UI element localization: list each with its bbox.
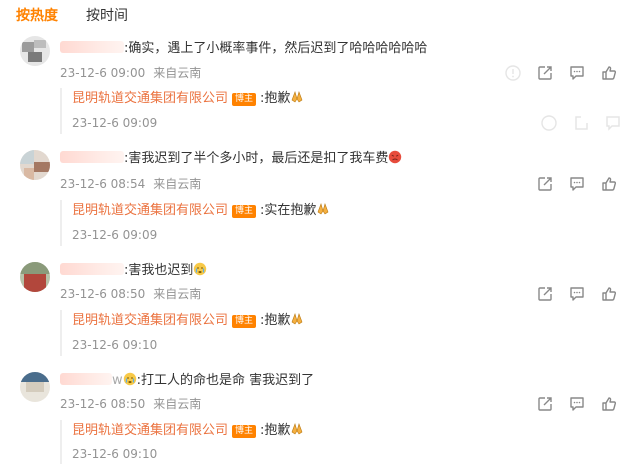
reply-date: 23-12-6 09:09	[72, 228, 158, 242]
comment-meta: 23-12-6 08:54 来自云南	[60, 176, 201, 192]
reply-text: :抱歉	[260, 313, 291, 328]
comment-icon[interactable]	[568, 175, 586, 193]
reply-line: 昆明轨道交通集团有限公司 博主:抱歉	[72, 312, 304, 330]
comment-actions	[536, 395, 618, 413]
author-badge: 博主	[232, 425, 257, 438]
comment-text-line: :害我也迟到	[60, 262, 207, 280]
comment-meta: 23-12-6 08:50 来自云南	[60, 286, 201, 302]
avatar[interactable]	[20, 36, 50, 66]
comment-date: 23-12-6 08:50	[60, 397, 146, 411]
comment-meta: 23-12-6 08:50 来自云南	[60, 396, 201, 412]
like-icon[interactable]	[600, 395, 618, 413]
reply-date: 23-12-6 09:10	[72, 447, 158, 461]
reply-block: 昆明轨道交通集团有限公司 博主:抱歉 23-12-6 09:10	[60, 420, 616, 464]
tab-sort-by-hot[interactable]: 按热度	[16, 6, 58, 26]
like-icon[interactable]	[600, 285, 618, 303]
reply-line: 昆明轨道交通集团有限公司 博主:实在抱歉	[72, 202, 330, 220]
reply-block: 昆明轨道交通集团有限公司 博主:抱歉 23-12-6 09:10	[60, 310, 616, 356]
pray-emoji	[292, 313, 303, 325]
comment-meta: 23-12-6 09:00 来自云南	[60, 65, 201, 81]
comment-actions	[536, 285, 618, 303]
comment-icon[interactable]	[568, 395, 586, 413]
author-badge: 博主	[232, 93, 257, 106]
reply-line: 昆明轨道交通集团有限公司 博主:抱歉	[72, 422, 304, 440]
comment-actions	[504, 64, 618, 82]
reply-date: 23-12-6 09:10	[72, 338, 158, 352]
comment-date: 23-12-6 09:00	[60, 66, 146, 80]
username-redacted[interactable]	[60, 41, 124, 53]
comment-location: 来自云南	[153, 66, 202, 80]
comment-icon[interactable]	[568, 285, 586, 303]
reply-line: 昆明轨道交通集团有限公司 博主:抱歉	[72, 90, 304, 108]
share-icon[interactable]	[536, 64, 554, 82]
comment-location: 来自云南	[153, 397, 202, 411]
avatar[interactable]	[20, 372, 50, 402]
share-icon[interactable]	[536, 395, 554, 413]
pray-emoji	[318, 203, 329, 215]
reply-actions	[540, 114, 636, 132]
reply-text: :实在抱歉	[260, 203, 317, 218]
pray-emoji	[292, 91, 303, 103]
reply-author[interactable]: 昆明轨道交通集团有限公司	[72, 423, 228, 438]
reply-author[interactable]: 昆明轨道交通集团有限公司	[72, 313, 228, 328]
reply-block: 昆明轨道交通集团有限公司 博主:抱歉 23-12-6 09:09	[60, 88, 620, 134]
reply-block: 昆明轨道交通集团有限公司 博主:实在抱歉 23-12-6 09:09	[60, 200, 616, 246]
avatar[interactable]	[20, 150, 50, 180]
tab-sort-by-time[interactable]: 按时间	[86, 6, 128, 26]
username-redacted[interactable]	[60, 373, 112, 385]
comment-date: 23-12-6 08:54	[60, 177, 146, 191]
comment-text: :害我迟到了半个多小时，最后还是扣了我车费	[124, 151, 389, 166]
report-icon[interactable]	[540, 114, 558, 132]
like-icon[interactable]	[600, 64, 618, 82]
comment-text-line: w :打工人的命也是命 害我迟到了	[60, 372, 314, 390]
avatar[interactable]	[20, 262, 50, 292]
share-icon[interactable]	[536, 175, 554, 193]
comment-location: 来自云南	[153, 287, 202, 301]
username-visible-part[interactable]: w	[112, 373, 123, 388]
sort-tabs: 按热度 按时间	[16, 6, 128, 26]
comment-location: 来自云南	[153, 177, 202, 191]
author-badge: 博主	[232, 205, 257, 218]
crying-face-emoji	[194, 262, 207, 276]
reply-author[interactable]: 昆明轨道交通集团有限公司	[72, 91, 228, 106]
pray-emoji	[292, 423, 303, 435]
comment-icon[interactable]	[604, 114, 622, 132]
comment-date: 23-12-6 08:50	[60, 287, 146, 301]
like-icon[interactable]	[600, 175, 618, 193]
reply-text: :抱歉	[260, 423, 291, 438]
comment-text-line: :确实，遇上了小概率事件，然后迟到了哈哈哈哈哈哈	[60, 40, 427, 58]
username-redacted[interactable]	[60, 151, 124, 163]
comment-icon[interactable]	[568, 64, 586, 82]
crying-face-emoji	[123, 372, 136, 386]
comment-text: :害我也迟到	[124, 263, 194, 278]
author-badge: 博主	[232, 315, 257, 328]
share-icon[interactable]	[536, 285, 554, 303]
comment-text-line: :害我迟到了半个多小时，最后还是扣了我车费	[60, 150, 402, 168]
reply-author[interactable]: 昆明轨道交通集团有限公司	[72, 203, 228, 218]
username-redacted[interactable]	[60, 263, 124, 275]
comment-actions	[536, 175, 618, 193]
reply-date: 23-12-6 09:09	[72, 116, 158, 130]
share-icon[interactable]	[572, 114, 590, 132]
angry-face-emoji	[389, 150, 402, 164]
reply-text: :抱歉	[260, 91, 291, 106]
comment-text: :打工人的命也是命 害我迟到了	[136, 373, 315, 388]
report-icon[interactable]	[504, 64, 522, 82]
comment-text: :确实，遇上了小概率事件，然后迟到了哈哈哈哈哈哈	[124, 41, 428, 56]
